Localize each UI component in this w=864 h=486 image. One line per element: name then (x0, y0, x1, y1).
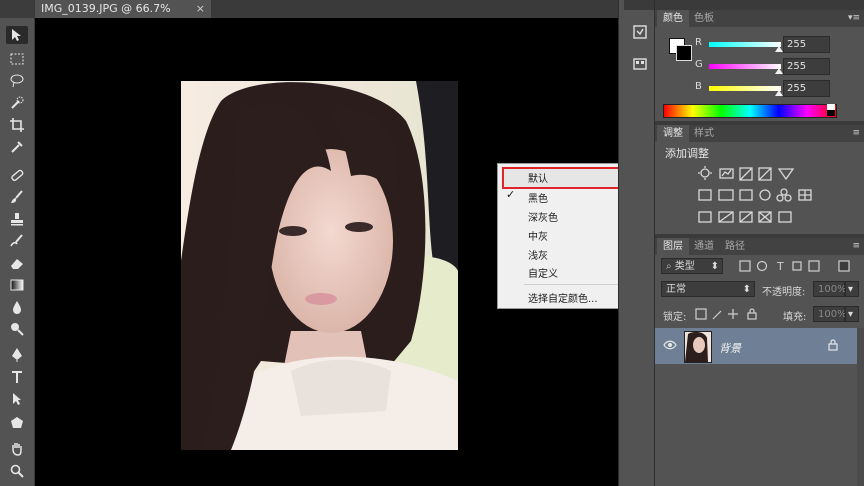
eraser-tool-icon[interactable] (6, 254, 28, 272)
menu-item-medium-gray[interactable]: 中灰 (528, 228, 548, 243)
opacity-label: 不透明度: (762, 287, 806, 298)
tab-layers[interactable]: 图层 (657, 238, 689, 255)
opacity-dropdown-icon[interactable]: ▾ (845, 281, 859, 297)
g-slider-thumb[interactable] (775, 68, 783, 74)
add-adjustment-heading: 添加调整 (665, 147, 709, 160)
tools-panel-grip[interactable] (0, 0, 34, 18)
g-label: G (695, 59, 703, 70)
b-label: B (695, 81, 702, 92)
b-slider[interactable] (709, 86, 781, 91)
fill-label: 填充: (783, 312, 807, 323)
tab-adjustments[interactable]: 调整 (657, 125, 689, 142)
tab-color[interactable]: 颜色 (657, 10, 689, 27)
panel-header-strip[interactable] (655, 0, 864, 10)
menu-item-default-highlight[interactable] (502, 167, 634, 189)
color-spectrum-bar[interactable] (663, 104, 837, 118)
svg-text:T: T (776, 260, 784, 272)
history-brush-tool-icon[interactable] (6, 232, 28, 250)
hand-tool-icon[interactable] (6, 440, 28, 458)
type-tool-icon[interactable] (6, 368, 28, 386)
menu-item-select-custom-color[interactable]: 选择自定颜色... (528, 290, 598, 305)
b-slider-thumb[interactable] (775, 90, 783, 96)
fill-field[interactable]: 100% (813, 306, 847, 322)
opacity-field[interactable]: 100% (813, 281, 847, 297)
blend-mode-select[interactable]: 正常 ⬍ (661, 281, 755, 297)
background-color-swatch[interactable] (676, 45, 692, 61)
tab-styles[interactable]: 样式 (688, 125, 720, 142)
panel-menu-icon[interactable]: ≡ (852, 128, 860, 138)
menu-item-default[interactable]: 默认 (528, 170, 548, 185)
menu-item-custom[interactable]: 自定义 (528, 265, 558, 280)
b-value-field[interactable]: 255 (783, 80, 830, 97)
search-icon: ⌕ (666, 261, 672, 272)
adjust-panel-tabs: 调整 样式 ≡ (655, 125, 864, 142)
eye-icon[interactable] (663, 340, 677, 350)
adjustment-icon-grid[interactable] (697, 166, 817, 228)
layer-filter-kind-select[interactable]: ⌕ 类型 ⬍ (661, 258, 723, 274)
lasso-tool-icon[interactable] (6, 72, 28, 90)
pen-tool-icon[interactable] (6, 346, 28, 364)
layer-filter-kind-value: 类型 (674, 261, 695, 272)
lock-label: 锁定: (663, 312, 687, 323)
quick-select-tool-icon[interactable] (6, 94, 28, 112)
r-label: R (695, 37, 702, 48)
layers-panel-tabs: 图层 通道 路径 ≡ (655, 238, 864, 255)
lock-icons[interactable] (695, 308, 761, 320)
tab-swatches[interactable]: 色板 (688, 10, 720, 27)
path-select-tool-icon[interactable] (6, 390, 28, 408)
r-slider[interactable] (709, 42, 781, 47)
properties-panel-icon[interactable] (630, 54, 650, 74)
blend-mode-value: 正常 (666, 284, 686, 295)
photo-image (181, 81, 458, 450)
panel-menu-icon[interactable]: ≡ (852, 241, 860, 251)
healing-brush-tool-icon[interactable] (6, 166, 28, 184)
lock-icon (828, 339, 838, 351)
black-white-ramp[interactable] (827, 104, 835, 116)
layer-thumbnail (684, 331, 712, 363)
strip-header[interactable] (624, 0, 654, 10)
close-icon[interactable]: × (196, 0, 205, 18)
clone-stamp-tool-icon[interactable] (6, 210, 28, 228)
zoom-tool-icon[interactable] (6, 462, 28, 480)
history-panel-icon[interactable] (630, 22, 650, 42)
g-value-field[interactable]: 255 (783, 58, 830, 75)
menu-item-light-gray[interactable]: 浅灰 (528, 247, 548, 262)
g-slider[interactable] (709, 64, 781, 69)
brush-tool-icon[interactable] (6, 188, 28, 206)
r-value-field[interactable]: 255 (783, 36, 830, 53)
marquee-tool-icon[interactable] (6, 50, 28, 68)
r-slider-thumb[interactable] (775, 46, 783, 52)
shape-tool-icon[interactable] (6, 414, 28, 432)
dodge-tool-icon[interactable] (6, 320, 28, 338)
tab-paths[interactable]: 路径 (719, 238, 751, 255)
panels-column: 颜色 色板 ▾≡ R 255 G 255 B 255 调整 样式 ≡ 添加调整 (655, 0, 864, 486)
layers-scrollbar[interactable] (857, 328, 864, 486)
document-tab[interactable]: IMG_0139.JPG @ 66.7%(RGB/8) × (35, 0, 211, 33)
layer-filter-icons[interactable]: T (739, 260, 859, 272)
chevron-down-icon: ⬍ (742, 284, 751, 295)
chevron-down-icon: ⬍ (710, 261, 719, 272)
fill-dropdown-icon[interactable]: ▾ (845, 306, 859, 322)
color-panel-tabs: 颜色 色板 ▾≡ (655, 10, 864, 27)
eyedropper-tool-icon[interactable] (6, 138, 28, 156)
tab-channels[interactable]: 通道 (688, 238, 720, 255)
blur-tool-icon[interactable] (6, 298, 28, 316)
layer-name[interactable]: 背景 (719, 340, 741, 356)
check-icon: ✓ (506, 188, 516, 201)
menu-item-black[interactable]: 黑色 (528, 190, 548, 205)
gradient-tool-icon[interactable] (6, 276, 28, 294)
collapsed-panel-strip (624, 0, 655, 486)
menu-item-dark-gray[interactable]: 深灰色 (528, 209, 558, 224)
panel-menu-icon[interactable]: ▾≡ (848, 13, 860, 23)
crop-tool-icon[interactable] (6, 116, 28, 134)
move-tool-icon[interactable] (6, 26, 28, 44)
